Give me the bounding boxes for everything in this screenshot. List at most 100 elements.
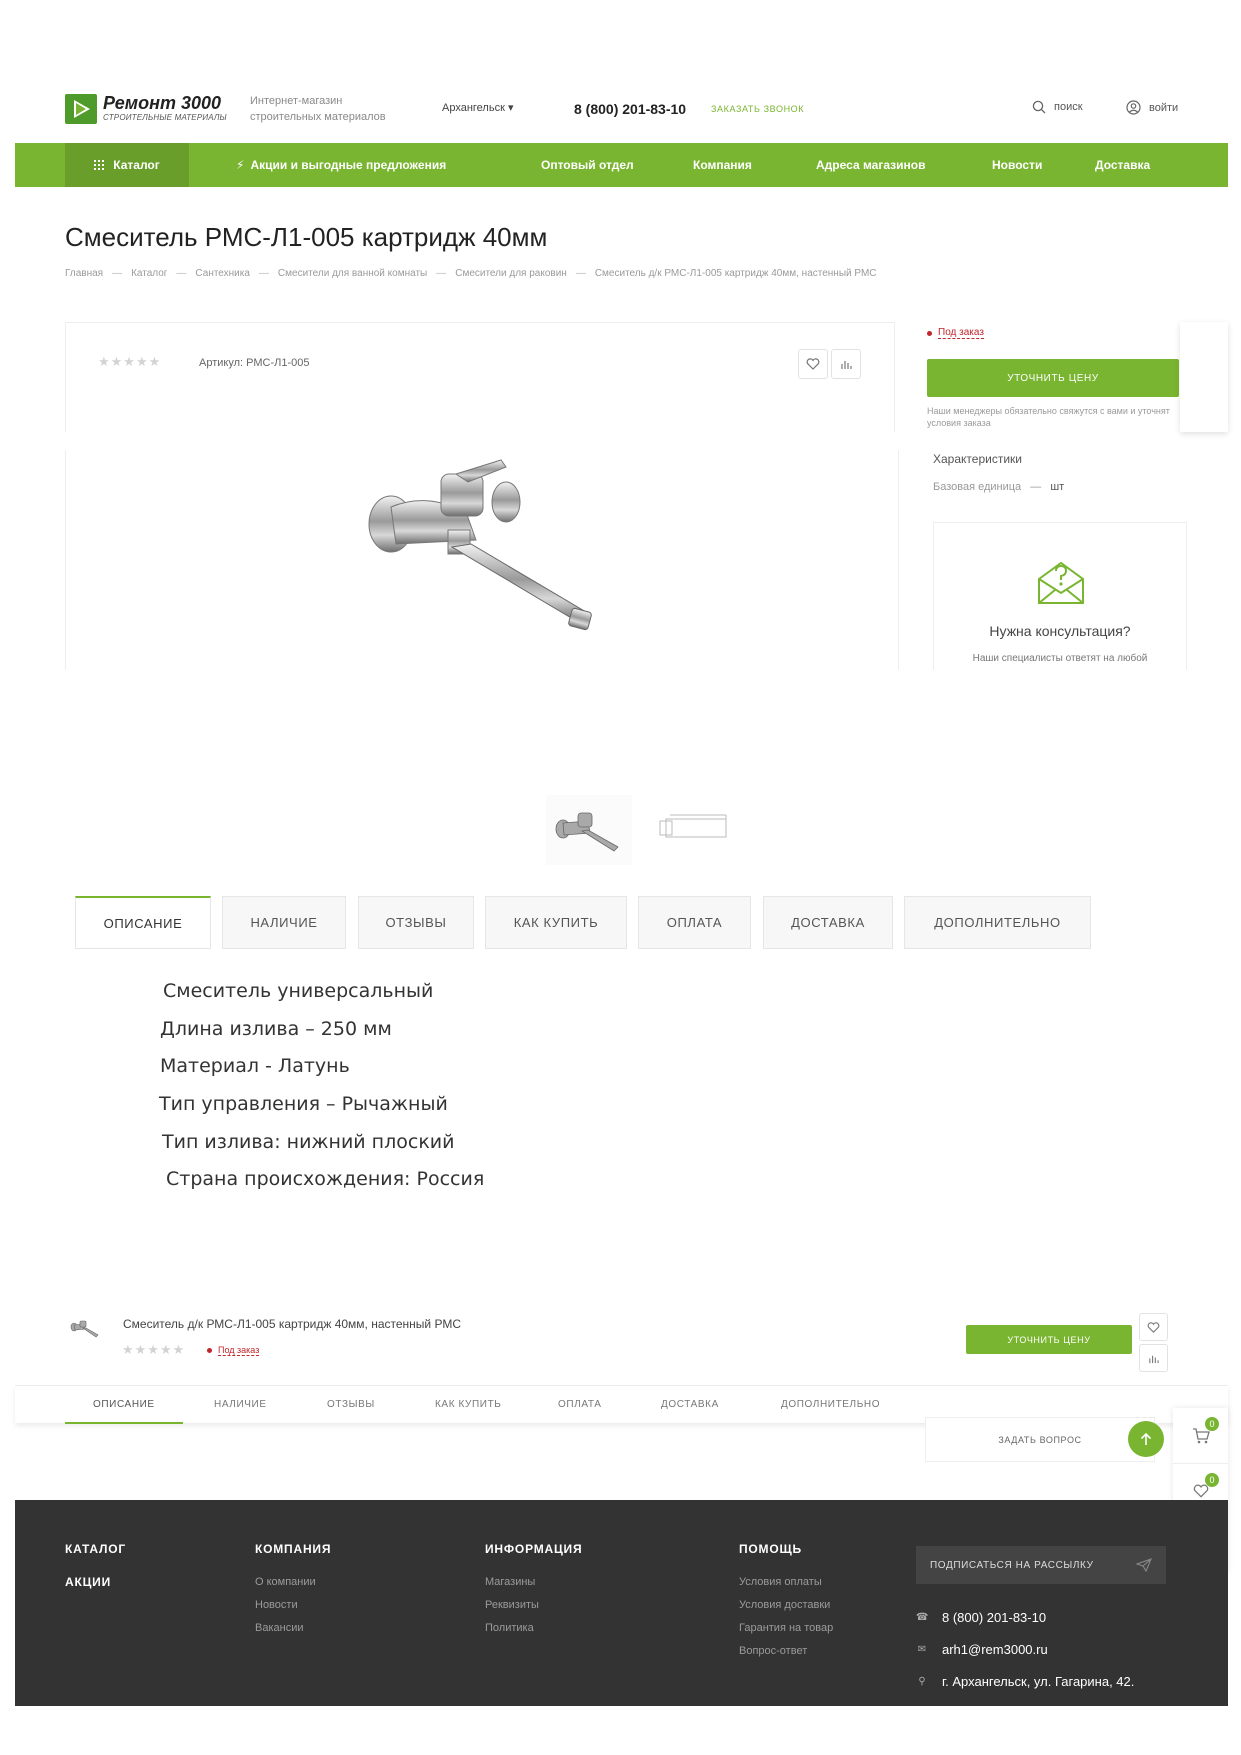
sticky-availability-status: Под заказ	[207, 1345, 260, 1356]
nav-item-promo[interactable]: ⚡ Акции и выгодные предложения	[236, 143, 446, 187]
status-label[interactable]: Под заказ	[938, 327, 984, 339]
tab-availability[interactable]: НАЛИЧИЕ	[222, 896, 346, 949]
footer-link[interactable]: Условия доставки	[739, 1599, 830, 1611]
add-to-favorites-button[interactable]	[798, 349, 828, 379]
description-line: Смеситель универсальный	[163, 980, 434, 1002]
footer-link[interactable]: Политика	[485, 1622, 534, 1634]
breadcrumb-link[interactable]: Каталог	[131, 268, 167, 279]
product-article: Артикул: РМС-Л1-005	[199, 357, 310, 369]
sticky-tab-reviews[interactable]: ОТЗЫВЫ	[327, 1386, 375, 1424]
tab-reviews[interactable]: ОТЗЫВЫ	[358, 896, 474, 949]
search-button[interactable]: поиск	[1032, 100, 1083, 114]
breadcrumb-separator: —	[112, 268, 123, 279]
product-image-area	[65, 450, 899, 670]
login-button[interactable]: войти	[1126, 100, 1178, 115]
sticky-tab-additional[interactable]: ДОПОЛНИТЕЛЬНО	[781, 1386, 880, 1424]
footer-help-title: ПОМОЩЬ	[739, 1542, 802, 1556]
header-phone[interactable]: 8 (800) 201-83-10	[574, 101, 686, 117]
heart-icon	[1193, 1484, 1208, 1498]
nav-catalog-label: Каталог	[113, 158, 160, 172]
description-line: Материал - Латунь	[160, 1055, 350, 1077]
nav-item-wholesale[interactable]: Оптовый отдел	[541, 143, 634, 187]
footer-link[interactable]: О компании	[255, 1576, 316, 1588]
mail-question-icon	[1038, 561, 1084, 604]
sticky-favorites-button[interactable]	[1139, 1313, 1168, 1341]
logo-subtitle: СТРОИТЕЛЬНЫЕ МАТЕРИАЛЫ	[103, 113, 227, 122]
product-card: ★★★★★	[65, 322, 895, 432]
footer-link[interactable]: Новости	[255, 1599, 298, 1611]
sticky-product-image	[68, 1316, 102, 1340]
description-line: Тип управления – Рычажный	[159, 1093, 448, 1115]
footer-link[interactable]: Вакансии	[255, 1622, 304, 1634]
footer-link[interactable]: Условия оплаты	[739, 1576, 822, 1588]
footer-email[interactable]: ✉ arh1@rem3000.ru	[916, 1642, 1048, 1657]
tab-delivery[interactable]: ДОСТАВКА	[763, 896, 893, 949]
breadcrumb-link[interactable]: Смесители для раковин	[455, 268, 567, 279]
tab-payment[interactable]: ОПЛАТА	[638, 896, 751, 949]
sticky-product-name: Смеситель д/к РМС-Л1-005 картридж 40мм, …	[123, 1317, 461, 1331]
tab-how-to-buy[interactable]: КАК КУПИТЬ	[485, 896, 627, 949]
sticky-status-label[interactable]: Под заказ	[218, 1345, 260, 1356]
tab-description[interactable]: ОПИСАНИЕ	[75, 896, 211, 949]
breadcrumb-link[interactable]: Главная	[65, 268, 103, 279]
grid-icon	[94, 160, 105, 170]
breadcrumb-separator: —	[575, 268, 586, 279]
subscribe-button[interactable]: ПОДПИСАТЬСЯ НА РАССЫЛКУ	[916, 1546, 1166, 1584]
status-dot	[927, 330, 932, 336]
breadcrumb-link[interactable]: Смесители для ванной комнаты	[278, 268, 427, 279]
nav-item-stores[interactable]: Адреса магазинов	[816, 143, 925, 187]
main-nav: Каталог ⚡ Акции и выгодные предложения Оп…	[15, 143, 1228, 187]
ask-question-button[interactable]: ЗАДАТЬ ВОПРОС	[925, 1417, 1155, 1462]
nav-item-news[interactable]: Новости	[992, 143, 1042, 187]
footer-promo-link[interactable]: АКЦИИ	[65, 1575, 111, 1589]
logo[interactable]: Ремонт 3000 СТРОИТЕЛЬНЫЕ МАТЕРИАЛЫ	[65, 93, 227, 124]
breadcrumb-current: Смеситель д/к РМС-Л1-005 картридж 40мм, …	[594, 268, 877, 279]
faucet-drawing-thumbnail-image	[659, 814, 727, 838]
nav-item-delivery[interactable]: Доставка	[1095, 143, 1150, 187]
search-icon	[1032, 100, 1046, 114]
faucet-mini-image	[70, 1320, 99, 1338]
nav-catalog-button[interactable]: Каталог	[65, 143, 189, 187]
footer-phone-value: 8 (800) 201-83-10	[942, 1610, 1047, 1625]
rating-stars[interactable]: ★★★★★	[98, 354, 161, 370]
scroll-to-top-button[interactable]	[1128, 1421, 1164, 1457]
floating-cart-button[interactable]: 0	[1173, 1408, 1228, 1463]
breadcrumb: Главная — Каталог — Сантехника — Смесители …	[65, 268, 877, 279]
footer-link[interactable]: Магазины	[485, 1576, 535, 1588]
product-thumbnail[interactable]	[546, 795, 632, 865]
tab-additional[interactable]: ДОПОЛНИТЕЛЬНО	[904, 896, 1091, 949]
faucet-image[interactable]	[356, 452, 616, 632]
characteristics-title: Характеристики	[933, 452, 1022, 466]
sticky-tab-delivery[interactable]: ДОСТАВКА	[661, 1386, 719, 1424]
footer-phone[interactable]: ☎ 8 (800) 201-83-10	[916, 1610, 1046, 1625]
compare-button[interactable]	[831, 349, 861, 379]
user-icon	[1126, 100, 1141, 115]
footer-catalog-link[interactable]: КАТАЛОГ	[65, 1542, 126, 1556]
clarify-price-button[interactable]: УТОЧНИТЬ ЦЕНУ	[927, 359, 1179, 397]
breadcrumb-separator: —	[436, 268, 447, 279]
sticky-tab-payment[interactable]: ОПЛАТА	[558, 1386, 601, 1424]
footer-email-value: arh1@rem3000.ru	[942, 1642, 1048, 1657]
sticky-rating-stars[interactable]: ★★★★★	[122, 1342, 185, 1358]
callback-link[interactable]: ЗАКАЗАТЬ ЗВОНОК	[711, 104, 804, 114]
description-line: Страна происхождения: Россия	[166, 1168, 485, 1190]
compare-icon	[841, 361, 852, 369]
footer-link[interactable]: Вопрос-ответ	[739, 1645, 807, 1657]
sticky-clarify-price-button[interactable]: УТОЧНИТЬ ЦЕНУ	[966, 1325, 1132, 1354]
sticky-tab-how-to-buy[interactable]: КАК КУПИТЬ	[435, 1386, 501, 1424]
location-pin-icon: ⚲	[918, 1676, 926, 1687]
nav-item-company[interactable]: Компания	[693, 143, 752, 187]
footer-link[interactable]: Реквизиты	[485, 1599, 539, 1611]
city-selector[interactable]: Архангельск ▾	[442, 101, 513, 114]
product-thumbnail[interactable]	[656, 805, 738, 855]
breadcrumb-separator: —	[176, 268, 187, 279]
sticky-tab-description[interactable]: ОПИСАНИЕ	[65, 1386, 183, 1424]
breadcrumb-link[interactable]: Сантехника	[195, 268, 250, 279]
sticky-compare-button[interactable]	[1139, 1344, 1168, 1372]
description-line: Тип излива: нижний плоский	[162, 1131, 455, 1153]
heart-icon	[806, 358, 820, 370]
status-dot	[207, 1348, 212, 1353]
city-label: Архангельск	[442, 102, 505, 114]
sticky-tab-availability[interactable]: НАЛИЧИЕ	[214, 1386, 267, 1424]
footer-link[interactable]: Гарантия на товар	[739, 1622, 833, 1634]
